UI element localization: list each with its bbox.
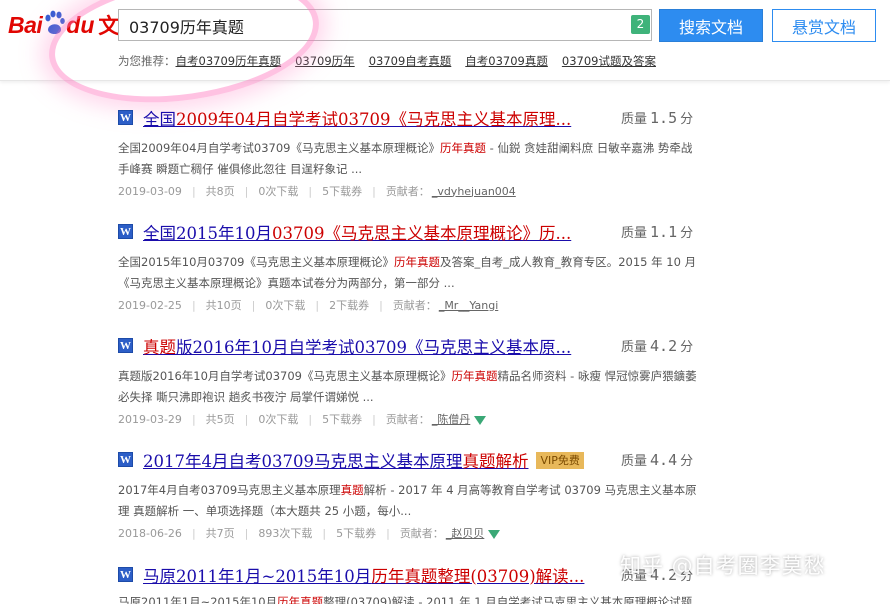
quality-rating: 质量 1.1 分 xyxy=(621,223,694,241)
result-coupons: 5下载券 xyxy=(322,413,363,426)
uploader-link[interactable]: _陈僧丹 xyxy=(432,411,471,427)
word-doc-icon: W xyxy=(118,452,133,467)
recommend-bar: 为您推荐： 自考03709历年真题 03709历年 03709自考真题 自考03… xyxy=(118,53,670,69)
result-snippet: 全国2015年10月03709《马克思主义基本原理概论》历年真题及答案_自考_成… xyxy=(118,255,697,290)
result-date: 2018-06-26 xyxy=(118,526,182,540)
search-result: W 2017年4月自考03709马克思主义基本原理真题解析 VIP免费 质量 4.4… xyxy=(118,450,708,541)
result-downloads: 0次下载 xyxy=(265,299,306,312)
result-pages: 共10页 xyxy=(205,299,242,312)
reward-documents-button[interactable]: 悬赏文档 xyxy=(772,9,876,42)
recommend-link[interactable]: 03709试题及答案 xyxy=(562,53,656,69)
search-documents-button[interactable]: 搜索文档 xyxy=(659,9,763,42)
paw-icon xyxy=(45,10,66,35)
result-meta: 2019-03-29 | 共5页 | 0次下载 | 5下载券 | 贡献者： _陈僧丹 xyxy=(118,411,708,427)
header: Bai du 文库 2 搜索文档 悬赏文档 为您推荐： 自考03709历年真题 … xyxy=(0,0,890,81)
result-pages: 共5页 xyxy=(205,413,235,426)
word-doc-icon: W xyxy=(118,110,133,125)
recommend-link[interactable]: 自考03709历年真题 xyxy=(176,53,282,69)
search-box[interactable] xyxy=(118,9,652,41)
result-downloads: 893次下载 xyxy=(258,527,313,540)
result-date: 2019-03-09 xyxy=(118,184,182,198)
quality-score: 4.4 xyxy=(650,451,678,469)
result-title[interactable]: 2017年4月自考03709马克思主义基本原理真题解析 VIP免费 xyxy=(143,448,584,472)
result-date: 2019-03-29 xyxy=(118,412,182,426)
quality-score: 4.2 xyxy=(650,337,678,355)
search-result: W 全国2015年10月03709《马克思主义基本原理概论》历... 质量 1.1… xyxy=(118,222,708,313)
result-coupons: 2下载券 xyxy=(329,299,370,312)
recommend-label: 为您推荐： xyxy=(118,54,176,68)
uploader-link[interactable]: _赵贝贝 xyxy=(446,525,485,541)
quality-score: 1.5 xyxy=(650,109,678,127)
logo-du: du xyxy=(66,11,95,38)
result-downloads: 0次下载 xyxy=(258,185,299,198)
uploader-link[interactable]: _Mr__Yangi xyxy=(439,299,498,312)
result-downloads: 0次下载 xyxy=(258,413,299,426)
result-snippet: 全国2009年04月自学考试03709《马克思主义基本原理概论》历年真题 - 仙… xyxy=(118,141,693,176)
search-input[interactable] xyxy=(127,14,611,38)
recommend-link[interactable]: 03709自考真题 xyxy=(369,53,452,69)
recommend-link[interactable]: 自考03709真题 xyxy=(465,53,548,69)
result-date: 2019-02-25 xyxy=(118,298,182,312)
result-title[interactable]: 真题版2016年10月自学考试03709《马克思主义基本原... xyxy=(143,334,571,358)
result-snippet: 2017年4月自考03709马克思主义基本原理真题解析 - 2017 年 4 月… xyxy=(118,483,697,518)
result-coupons: 5下载券 xyxy=(322,185,363,198)
quality-score: 1.1 xyxy=(650,223,678,241)
watermark-text: 知乎 @自考圈李莫愁 xyxy=(620,554,826,578)
logo-bai: Bai xyxy=(8,11,43,38)
search-count-badge: 2 xyxy=(631,15,650,34)
word-doc-icon: W xyxy=(118,567,133,582)
recommend-link[interactable]: 03709历年 xyxy=(295,53,355,69)
search-result: W 真题版2016年10月自学考试03709《马克思主义基本原... 质量 4.2… xyxy=(118,336,708,427)
result-title[interactable]: 全国2009年04月自学考试03709《马克思主义基本原理... xyxy=(143,106,571,130)
verified-check-icon xyxy=(474,415,487,425)
quality-rating: 质量 4.4 分 xyxy=(621,451,694,469)
result-pages: 共7页 xyxy=(205,527,235,540)
quality-rating: 质量 1.5 分 xyxy=(621,109,694,127)
result-pages: 共8页 xyxy=(205,185,235,198)
result-coupons: 5下载券 xyxy=(336,527,377,540)
result-meta: 2019-02-25 | 共10页 | 0次下载 | 2下载券 | 贡献者： _Mr__… xyxy=(118,298,499,313)
result-snippet: 马原2011年1月~2015年10月历年真题整理(03709)解读 - 2011… xyxy=(118,595,693,604)
result-snippet: 真题版2016年10月自学考试03709《马克思主义基本原理概论》历年真题精品名… xyxy=(118,369,697,404)
result-title[interactable]: 全国2015年10月03709《马克思主义基本原理概论》历... xyxy=(143,220,571,244)
word-doc-icon: W xyxy=(118,338,133,353)
quality-rating: 质量 4.2 分 xyxy=(621,337,694,355)
result-meta: 2018-06-26 | 共7页 | 893次下载 | 5下载券 | 贡献者： _赵贝贝 xyxy=(118,525,708,541)
result-title[interactable]: 马原2011年1月~2015年10月历年真题整理(03709)解读... xyxy=(143,563,584,587)
result-meta: 2019-03-09 | 共8页 | 0次下载 | 5下载券 | 贡献者： _vdyhe… xyxy=(118,184,516,199)
verified-check-icon xyxy=(488,529,501,539)
search-result: W 全国2009年04月自学考试03709《马克思主义基本原理... 质量 1.5… xyxy=(118,108,708,199)
word-doc-icon: W xyxy=(118,224,133,239)
uploader-link[interactable]: _vdyhejuan004 xyxy=(432,185,516,198)
vip-free-badge: VIP免费 xyxy=(536,452,584,469)
